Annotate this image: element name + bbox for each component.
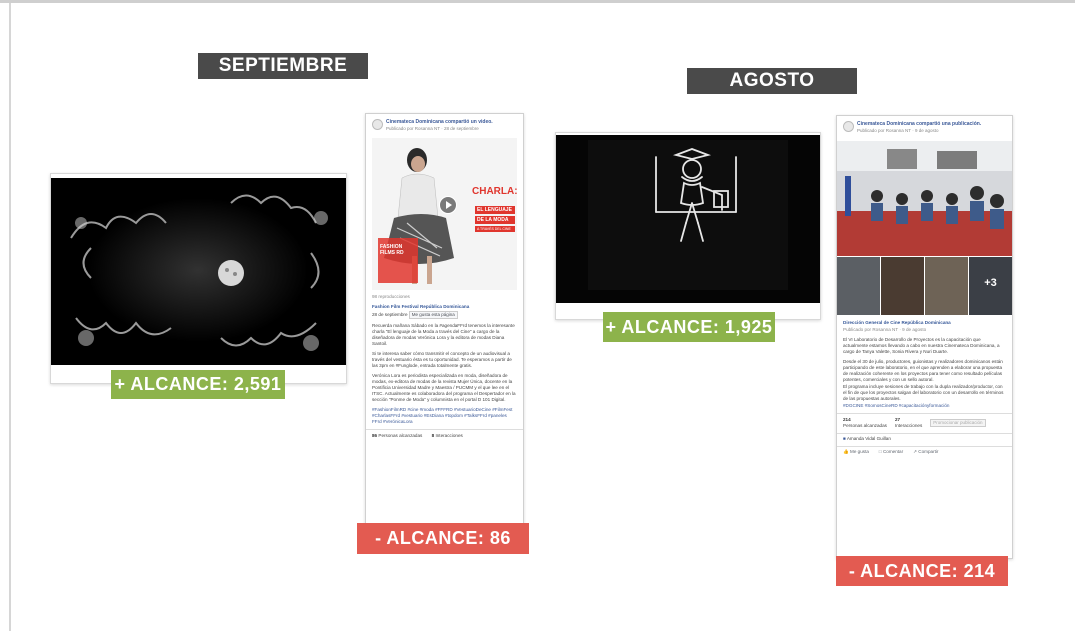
photo-thumb-more[interactable]: +3	[969, 257, 1012, 315]
page-avatar[interactable]	[372, 119, 383, 130]
reach-stat: 214 Personas alcanzadas	[843, 417, 887, 429]
post-paragraph-1: El VI Laboratorio de Desarrollo de Proye…	[843, 337, 1000, 354]
interactions-count: 8	[431, 433, 435, 438]
post-paragraph-1: Recuerda mañana Sábado en la #agendaFFrd…	[372, 323, 515, 346]
video-views: 98 reproducciones	[372, 294, 410, 299]
reach-badge-sept-video: + ALCANCE: 2,591	[111, 370, 285, 399]
month-label-agosto: AGOSTO	[687, 68, 857, 94]
poster-title: CHARLA:	[472, 186, 517, 197]
facebook-post-agosto: Cinemateca Dominicana compartió una publ…	[836, 115, 1013, 559]
checkbox-icon[interactable]: ■	[843, 436, 846, 441]
share-button[interactable]: ↗ Compartir	[913, 449, 938, 455]
post-hashtags[interactable]: #DGCINE #SomosCineRD #capacitaciónyforma…	[837, 403, 1012, 409]
more-photos-count: +3	[984, 277, 997, 289]
page-avatar[interactable]	[843, 121, 854, 132]
video-screen-moon[interactable]	[51, 178, 346, 365]
liker-name[interactable]: Amanda Vidal Guillan	[847, 436, 891, 441]
reach-count: 86	[372, 433, 378, 438]
post-header: Cinemateca Dominicana compartió una publ…	[837, 116, 1012, 138]
post-actions: 👍 Me gusta □ Comentar ↗ Compartir	[837, 446, 1012, 455]
shared-page-meta: Publicado por Rosanna NT · 9 de agosto	[843, 327, 927, 332]
frame-left-border	[9, 3, 11, 631]
interactions-label: Interacciones	[894, 423, 923, 428]
photo-thumbnails: +3	[837, 257, 1012, 315]
post-meta-line: Publicado por Rosanna NT · 9 de agosto	[857, 128, 939, 133]
interactions-stat: 27 Interacciones	[895, 417, 922, 429]
post-paragraph-3: El programa incluye sesiones de trabajo …	[843, 384, 1004, 401]
slide: SEPTIEMBRE AGOSTO + ALCANCE: 2,591 Cinem…	[0, 0, 1075, 631]
shared-page-meta: 28 de septiembre Me gusta esta página	[366, 311, 523, 319]
post-stats: 86 Personas alcanzadas 8 Interacciones	[366, 429, 523, 439]
reach-badge-ago-post: - ALCANCE: 214	[836, 556, 1008, 586]
video-agosto[interactable]	[555, 132, 821, 320]
classroom-illustration	[837, 141, 1012, 256]
liker-row: ■ Amanda Vidal Guillan	[837, 433, 1012, 442]
photo-main-classroom[interactable]	[837, 141, 1012, 256]
post-paragraph-3: Verónica Lora es periodista especializad…	[372, 373, 516, 402]
reach-badge-ago-video: + ALCANCE: 1,925	[603, 312, 775, 342]
poster-subtitle-3: A TRAVÉS DEL CINE	[475, 226, 515, 232]
post-header: Cinemateca Dominicana compartió un video…	[366, 114, 523, 136]
poster-subtitle-block: EL LENGUAJE DE LA MODA A TRAVÉS DEL CINE	[475, 206, 515, 232]
chalk-figure-illustration	[556, 135, 820, 303]
photo-thumb-3[interactable]	[925, 257, 968, 315]
share-label: Compartir	[918, 449, 939, 454]
frame-top-border	[0, 0, 1075, 3]
post-author-line[interactable]: Cinemateca Dominicana compartió una publ…	[857, 121, 1006, 127]
moon-clouds-illustration	[51, 178, 346, 365]
photo-thumb-2[interactable]	[881, 257, 924, 315]
like-page-button[interactable]: Me gusta esta página	[408, 311, 458, 319]
like-button[interactable]: 👍 Me gusta	[843, 449, 869, 455]
comment-button[interactable]: □ Comentar	[879, 449, 903, 455]
post-hashtags[interactable]: #FashionFilmRD #cine #moda #FFFRD #Vestu…	[366, 407, 523, 425]
facebook-post-septiembre: Cinemateca Dominicana compartió un video…	[365, 113, 524, 540]
post-meta-line: Publicado por Rosanna NT · 28 de septiem…	[386, 126, 479, 131]
promote-button[interactable]: Promocionar publicación	[930, 419, 986, 427]
post-paragraph-2: Desde el 30 de julio, productores, guion…	[843, 359, 1003, 382]
poster-name: FASHION FILMS RD	[380, 244, 404, 256]
like-label: Me gusta	[850, 449, 869, 454]
post-stats: 214 Personas alcanzadas 27 Interacciones…	[837, 413, 1012, 429]
interactions-label: Interacciones	[435, 433, 463, 438]
post-paragraph-2: Si te interesa saber cómo transmitir el …	[372, 351, 512, 368]
shared-page-name[interactable]: Fashion Film Festival República Dominica…	[366, 304, 523, 310]
reach-label: Personas alcanzadas	[378, 433, 423, 438]
poster-subtitle-2: DE LA MODA	[475, 216, 515, 224]
shared-page-name[interactable]: Dirección General de Cine República Domi…	[837, 320, 1012, 326]
reach-label: Personas alcanzadas	[843, 423, 887, 428]
play-icon[interactable]	[439, 196, 457, 214]
video-thumbnail-fashion[interactable]: CHARLA: EL LENGUAJE DE LA MODA A TRAVÉS …	[372, 138, 517, 290]
month-label-septiembre: SEPTIEMBRE	[198, 53, 368, 79]
poster-subtitle-1: EL LENGUAJE	[475, 206, 515, 214]
shared-page-date: 28 de septiembre	[372, 312, 408, 317]
comment-label: Comentar	[882, 449, 904, 454]
post-author-line[interactable]: Cinemateca Dominicana compartió un video…	[386, 119, 517, 125]
video-septiembre[interactable]	[50, 173, 347, 384]
reach-badge-sept-post: - ALCANCE: 86	[357, 523, 529, 554]
video-screen-figure[interactable]	[556, 135, 820, 303]
photo-thumb-1[interactable]	[837, 257, 880, 315]
